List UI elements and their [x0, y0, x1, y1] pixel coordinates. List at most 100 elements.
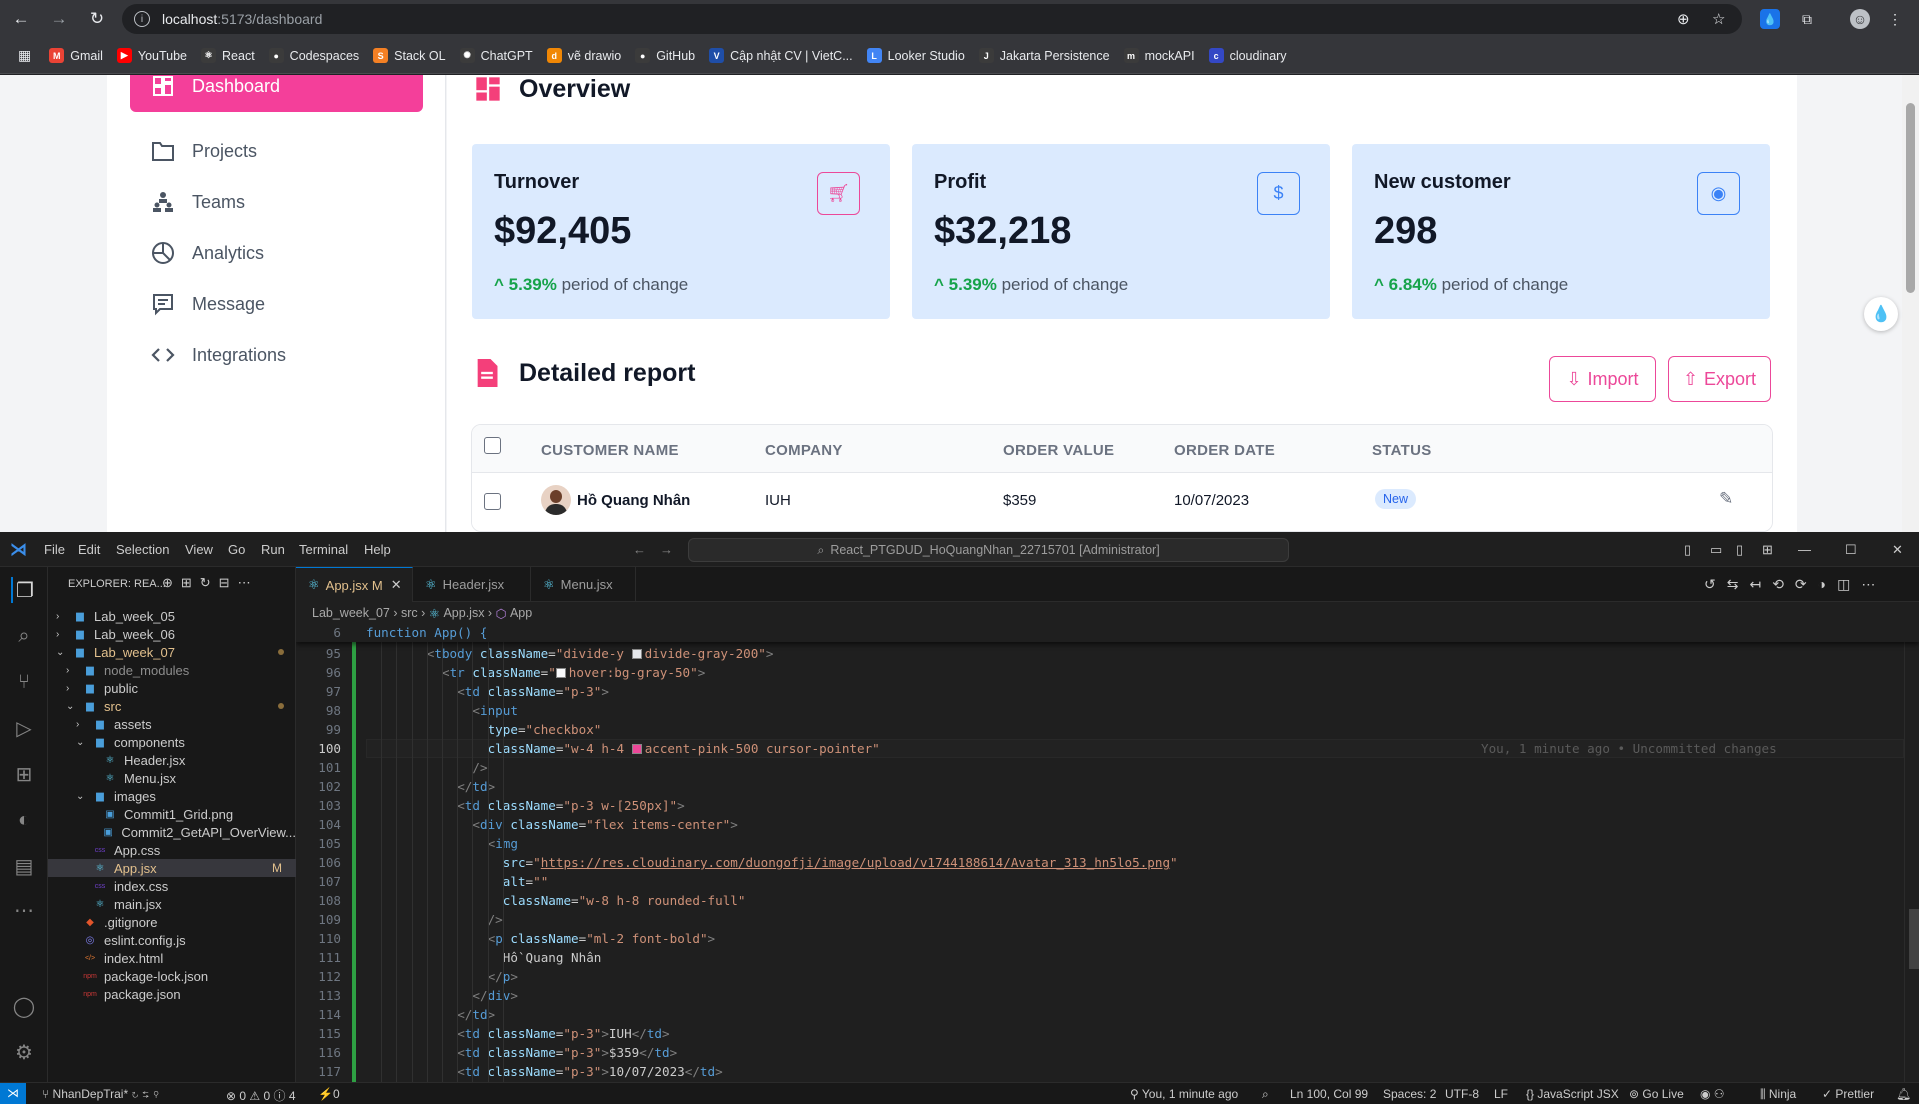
bookmark-item[interactable]: ● Codespaces — [268, 48, 359, 63]
file-tree-item[interactable]: npm package.json — [66, 985, 296, 1003]
bookmark-star-icon[interactable]: ☆ — [1712, 10, 1725, 28]
file-tree-item[interactable]: › ▆ node_modules — [66, 661, 296, 679]
git-blame-status[interactable]: ⚲ You, 1 minute ago — [1130, 1087, 1238, 1101]
go-live-button[interactable]: ⊚ Go Live — [1629, 1087, 1684, 1101]
git-graph-icon[interactable]: ◐ — [11, 807, 37, 833]
explorer-icon[interactable]: ❐ — [11, 577, 37, 603]
cursor-position[interactable]: Ln 100, Col 99 — [1290, 1087, 1368, 1101]
manage-gear-icon[interactable]: ⚙ — [11, 1039, 37, 1065]
branch-status[interactable]: ⑂ NhanDepTrai* ↻ ⇆ ⚲ — [42, 1087, 160, 1101]
column-header[interactable]: CUSTOMER NAME — [541, 442, 679, 459]
menu-help[interactable]: Help — [364, 542, 391, 557]
breadcrumb-item[interactable]: App — [510, 606, 532, 620]
export-button[interactable]: ⇧ Export — [1668, 356, 1771, 402]
page-scrollbar[interactable] — [1902, 75, 1919, 532]
column-header[interactable]: COMPANY — [765, 442, 843, 459]
explorer-actions[interactable]: ⊕⊞↻⊟⋯ — [162, 575, 259, 591]
edit-icon[interactable]: ✎ — [1719, 489, 1733, 509]
command-center[interactable]: ⌕ React_PTGDUD_HoQuangNhan_22715701 [Admi… — [688, 538, 1289, 562]
close-tab-icon[interactable]: ✕ — [391, 577, 402, 593]
file-tree-item[interactable]: ▣ Commit2_GetAPI_OverView... — [86, 823, 296, 841]
line-ending[interactable]: LF — [1494, 1087, 1508, 1101]
file-tree-item[interactable]: ⌄ ▆ components — [76, 733, 296, 751]
file-tree-item[interactable]: ⚛ Header.jsx — [86, 751, 296, 769]
account-icon[interactable]: ◯ — [11, 993, 37, 1019]
bookmark-item[interactable]: ✺ ChatGPT — [459, 48, 533, 63]
tab-menu-jsx[interactable]: ⚛ Menu.jsx — [531, 567, 636, 602]
file-tree-item[interactable]: › ▆ Lab_week_05 — [56, 607, 296, 625]
file-tree-item[interactable]: ⚛ App.jsx M — [48, 859, 296, 877]
editor-scrollbar[interactable] — [1904, 624, 1919, 1082]
file-tree-item[interactable]: › ▆ Lab_week_06 — [56, 625, 296, 643]
select-all-checkbox[interactable] — [484, 437, 501, 454]
menu-go[interactable]: Go — [228, 542, 245, 557]
sidebar-item-teams[interactable]: Teams — [130, 176, 423, 228]
breadcrumb-item[interactable]: src — [401, 606, 418, 620]
menu-run[interactable]: Run — [261, 542, 285, 557]
breadcrumb-item[interactable]: Lab_week_07 — [312, 606, 390, 620]
bookmark-item[interactable]: ⚛ React — [201, 48, 255, 63]
bookmark-item[interactable]: m mockAPI — [1123, 48, 1195, 63]
menu-view[interactable]: View — [185, 542, 213, 557]
address-bar[interactable]: i localhost:5173/dashboard ⊕ ☆ — [122, 4, 1742, 34]
bookmark-item[interactable]: M Gmail — [49, 48, 103, 63]
bookmark-item[interactable]: c cloudinary — [1208, 48, 1287, 63]
customize-layout-icon[interactable]: ⊞ — [1762, 542, 1773, 558]
reload-icon[interactable]: ↻ — [86, 8, 108, 30]
menu-terminal[interactable]: Terminal — [299, 542, 348, 557]
row-checkbox[interactable] — [484, 493, 501, 510]
close-window-icon[interactable]: ✕ — [1892, 542, 1903, 558]
file-tree-item[interactable]: ⌄ ▆ src — [66, 697, 296, 715]
bookmark-item[interactable]: d vẽ drawio — [546, 48, 621, 63]
forward-icon[interactable]: → — [48, 8, 70, 30]
source-control-icon[interactable]: ⑂ — [11, 669, 37, 695]
floating-extension-icon[interactable]: 💧 — [1864, 297, 1898, 331]
toggle-secondary-sidebar-icon[interactable]: ▯ — [1736, 542, 1743, 558]
zoom-status-icon[interactable]: ⌕ — [1262, 1087, 1269, 1102]
language-mode[interactable]: {} JavaScript JSX — [1526, 1087, 1619, 1101]
file-tree-item[interactable]: › ▆ assets — [76, 715, 296, 733]
sidebar-item-message[interactable]: Message — [130, 278, 423, 330]
breadcrumb-item[interactable]: App.jsx — [443, 606, 484, 620]
scrollbar-thumb[interactable] — [1909, 909, 1919, 969]
dollar-icon[interactable]: $ — [1257, 172, 1300, 215]
menu-selection[interactable]: Selection — [116, 542, 169, 557]
sidebar-item-dashboard[interactable]: Dashboard — [130, 75, 423, 112]
minimize-icon[interactable]: — — [1798, 542, 1811, 557]
user-icon[interactable]: ◉ — [1697, 172, 1740, 215]
back-icon[interactable]: ← — [10, 8, 32, 30]
file-tree-item[interactable]: ⚛ main.jsx — [76, 895, 296, 913]
menu-edit[interactable]: Edit — [78, 542, 100, 557]
column-header[interactable]: ORDER VALUE — [1003, 442, 1114, 459]
file-tree-item[interactable]: </> index.html — [66, 949, 296, 967]
sticky-scroll[interactable]: 6 function App() { — [296, 624, 1919, 642]
search-icon[interactable]: ⌕ — [11, 623, 37, 649]
prettier-status[interactable]: ✓ Prettier — [1822, 1087, 1874, 1101]
apps-grid-icon[interactable]: ▦ — [18, 47, 31, 64]
scrollbar-thumb[interactable] — [1906, 103, 1915, 293]
ninja-status[interactable]: ⫼ Ninja — [1760, 1087, 1796, 1102]
nav-forward-icon[interactable]: → — [660, 542, 673, 557]
column-header[interactable]: ORDER DATE — [1174, 442, 1275, 459]
toggle-sidebar-icon[interactable]: ▯ — [1684, 542, 1691, 558]
extensions-icon[interactable]: ⊞ — [11, 761, 37, 787]
encoding[interactable]: UTF-8 — [1445, 1087, 1479, 1101]
file-tree-item[interactable]: ⌄ ▆ images — [76, 787, 296, 805]
file-tree-item[interactable]: ◎ eslint.config.js — [66, 931, 296, 949]
file-tree-item[interactable]: ⚛ Menu.jsx — [86, 769, 296, 787]
more-icon[interactable]: ⋯ — [11, 897, 37, 923]
profile-avatar[interactable]: ☺ — [1850, 9, 1870, 29]
file-tree-item[interactable]: npm package-lock.json — [66, 967, 296, 985]
menu-file[interactable]: File — [44, 542, 65, 557]
site-info-icon[interactable]: i — [134, 11, 150, 27]
file-tree-item[interactable]: ▣ Commit1_Grid.png — [86, 805, 296, 823]
editor-actions[interactable]: ↺⇆↤⟲⟳◑◫⋯ — [1704, 576, 1886, 593]
code-editor[interactable]: 6 function App() { 95 <tbody className="d… — [296, 624, 1919, 1082]
remote-indicator-icon[interactable]: ⋊ — [0, 1083, 26, 1104]
extensions-puzzle-icon[interactable]: ⧉ — [1797, 9, 1817, 29]
bookmark-item[interactable]: L Looker Studio — [866, 48, 965, 63]
copilot-icon[interactable]: ◉ ⚇ — [1700, 1087, 1725, 1101]
toggle-panel-icon[interactable]: ▭ — [1710, 542, 1722, 558]
bookmark-item[interactable]: ● GitHub — [635, 48, 695, 63]
file-tree-item[interactable]: css App.css — [76, 841, 296, 859]
